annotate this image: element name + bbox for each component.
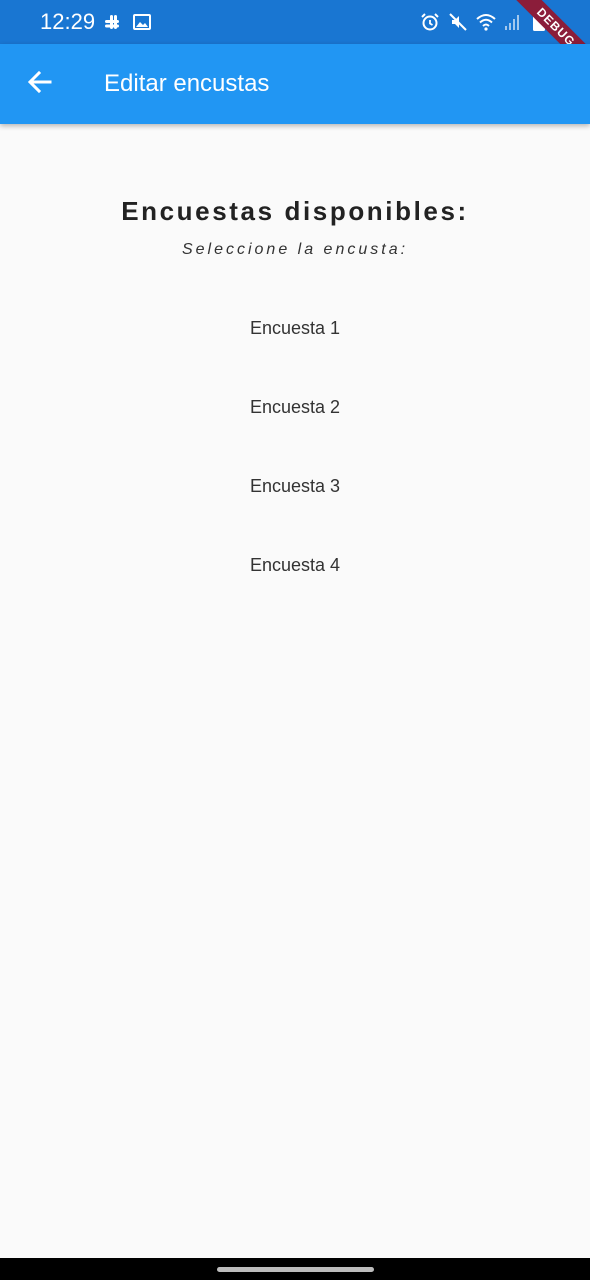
survey-item-4[interactable]: Encuesta 4 [195,537,395,593]
status-right-icons [420,12,552,32]
status-bar: 12:29 [0,0,590,44]
surveys-subheading: Seleccione la encusta: [181,241,409,258]
image-icon [132,12,152,32]
mute-icon [448,12,468,32]
arrow-left-icon [26,68,54,101]
app-bar: Editar encustas [0,44,590,124]
page-title: Editar encustas [104,70,270,97]
alarm-icon [420,12,440,32]
status-left-icons [102,12,152,32]
wifi-icon [476,12,496,32]
surveys-heading: Encuestas disponibles: [121,196,469,226]
back-button[interactable] [14,58,66,110]
survey-item-3[interactable]: Encuesta 3 [195,458,395,514]
status-time: 12:29 [40,9,96,34]
home-indicator[interactable] [217,1267,374,1272]
signal-icon [504,12,524,32]
survey-item-1[interactable]: Encuesta 1 [195,300,395,356]
battery-icon [532,12,552,32]
system-nav-bar [0,1258,590,1280]
survey-item-2[interactable]: Encuesta 2 [195,379,395,435]
slack-icon [102,12,122,32]
